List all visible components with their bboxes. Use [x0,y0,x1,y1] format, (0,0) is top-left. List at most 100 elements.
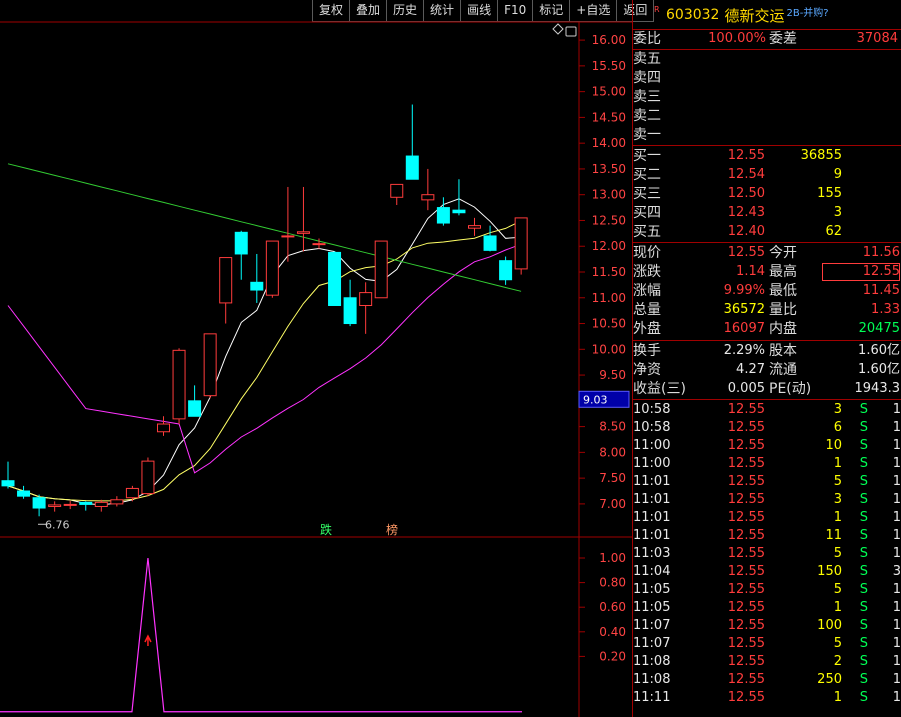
quote-label: 涨跌 [633,264,661,280]
price-tick-label: 10.00 [592,342,626,356]
tick-time: 11:01 [633,510,671,525]
tick-time: 11:05 [633,600,671,615]
candle-body[interactable] [499,260,513,281]
weibi-value: 100.00% [708,31,766,46]
stock-code[interactable]: 603032 [666,7,719,23]
candle-body[interactable] [359,292,373,306]
candle-body[interactable] [172,349,186,420]
candle-body[interactable] [94,501,108,507]
quote-panel: R 603032 德新交运 2B-并购? 委比 100.00% 委差 37084 卖五卖… [632,0,901,717]
sell-level-row[interactable]: 卖一 [632,126,901,144]
trade-tick-row: 11:07 12.55 100 S 1 [632,617,901,635]
quote-value: 16097 [723,321,765,336]
sell-level-row[interactable]: 卖三 [632,88,901,106]
tick-volume: 10 [825,438,842,453]
price-tick-label: 12.50 [592,213,626,227]
fundamental-value: 0.005 [727,381,765,396]
buy-level-row[interactable]: 买一 12.55 36855 [632,147,901,165]
candle-body[interactable] [390,183,404,198]
candle-body[interactable] [343,297,357,325]
tick-count: 1 [892,636,901,651]
tick-price: 12.55 [727,690,765,705]
diamond-icon[interactable] [552,23,564,35]
candle-body[interactable] [141,460,155,495]
tick-price: 12.55 [727,438,765,453]
price-tick-label: 14.00 [592,136,626,150]
candle-body[interactable] [421,194,435,201]
fundamental-label: 股本 [769,343,797,359]
buy-level-row[interactable]: 买二 12.54 9 [632,166,901,184]
sell-level-row[interactable]: 卖二 [632,107,901,125]
sell-level-row[interactable]: 卖四 [632,69,901,87]
tick-side: S [859,474,868,489]
fundamental-label: 净资 [633,362,661,378]
buy-level-volume: 62 [825,224,842,239]
candle-body[interactable] [265,240,279,296]
candle-body[interactable] [32,497,46,509]
quote-value: 12.55 [727,245,765,260]
candle-body[interactable] [312,243,326,246]
window-toggle-icon[interactable] [565,26,577,37]
tick-price: 12.55 [727,636,765,651]
buy-level-row[interactable]: 买五 12.40 62 [632,223,901,241]
tick-price: 12.55 [727,672,765,687]
candle-body[interactable] [250,281,264,291]
price-tick-label: 11.50 [592,265,626,279]
candle-body[interactable] [157,423,170,433]
tick-count: 1 [892,654,901,669]
quote-value: 11.56 [862,245,900,260]
candle-body[interactable] [203,333,217,397]
fundamental-row: 换手 2.29% 股本 1.60亿 [632,342,901,360]
quote-value: 1.33 [871,302,900,317]
candle-body[interactable] [281,235,295,238]
quote-row: 总量 36572 量比 1.33 [632,301,901,319]
price-tick-label: 13.50 [592,162,626,176]
candle-body[interactable] [17,490,31,497]
candle-body[interactable] [48,504,62,507]
candle-body[interactable] [296,231,310,234]
candle-body[interactable] [63,503,77,506]
tick-time: 11:08 [633,654,671,669]
quote-value: 20475 [858,321,900,336]
stock-tag[interactable]: 2B-并购? [786,4,828,19]
kline-chart[interactable]: 16.00 15.50 15.00 14.50 14.00 13.50 13.00 12.50… [0,0,632,717]
stock-name[interactable]: 德新交运 [724,5,784,26]
tick-count: 1 [892,618,901,633]
candle-body[interactable] [328,251,342,306]
sell-level-row[interactable]: 卖五 [632,50,901,68]
candle-body[interactable] [452,209,466,214]
buy-level-price: 12.40 [727,224,765,239]
fundamental-label: 收益(三) [633,381,686,397]
buy-level-price: 12.54 [727,167,765,182]
buy-level-row[interactable]: 买四 12.43 3 [632,204,901,222]
tick-time: 10:58 [633,420,671,435]
candle-body[interactable] [374,240,388,299]
tick-side: S [859,672,868,687]
candle-body[interactable] [514,217,528,270]
tick-side: S [859,636,868,651]
candle-body[interactable] [468,225,481,229]
candle-body[interactable] [110,499,124,505]
candle-body[interactable] [436,207,450,224]
trade-tick-row: 11:01 12.55 3 S 1 [632,491,901,509]
price-tick-label: 7.50 [599,471,626,485]
candle-body[interactable] [234,231,248,255]
buy-level-row[interactable]: 买三 12.50 155 [632,185,901,203]
tick-volume: 3 [833,492,842,507]
tick-price: 12.55 [727,600,765,615]
candle-body[interactable] [125,487,139,499]
candle-body[interactable] [483,235,497,251]
quote-label: 最高 [769,264,797,280]
tick-time: 11:11 [633,690,671,705]
fundamental-label: PE(动) [769,381,812,397]
candle-body[interactable] [405,155,419,180]
candle-body[interactable] [79,501,93,505]
buy-level-label: 买一 [633,148,661,164]
candle-body[interactable] [1,480,15,487]
tick-side: S [859,654,868,669]
weicha-value: 37084 [856,31,898,46]
candle-body[interactable] [188,400,202,417]
tick-count: 1 [892,492,901,507]
price-tick-label: 14.50 [592,110,626,124]
candle-body[interactable] [219,257,233,304]
